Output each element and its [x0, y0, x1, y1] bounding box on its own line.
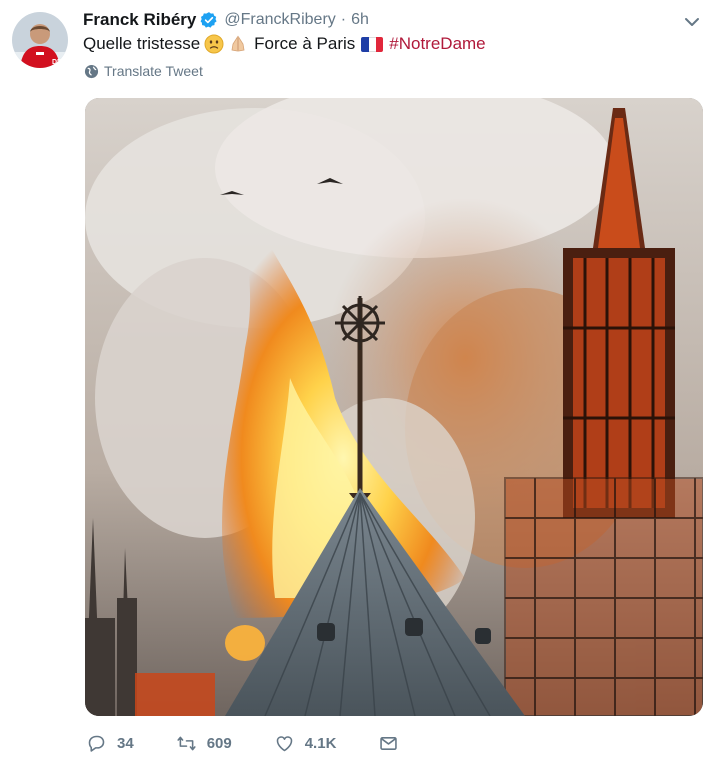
tweet-text: Quelle tristesse Force à Paris #NotreDam…: [83, 33, 486, 55]
praying-hands-emoji-icon: [228, 34, 248, 54]
separator-dot: ·: [340, 11, 347, 28]
reply-icon: [88, 735, 105, 752]
svg-text:DE: DE: [52, 59, 62, 66]
like-button[interactable]: 4.1K: [274, 733, 337, 754]
envelope-icon: [380, 737, 398, 750]
like-count: 4.1K: [304, 735, 337, 752]
translate-tweet-link[interactable]: Translate Tweet: [84, 63, 203, 79]
hashtag-link[interactable]: #NotreDame: [389, 33, 485, 55]
tweet-actions: 34 609 4.1K: [86, 733, 451, 754]
timestamp[interactable]: 6h: [351, 11, 369, 29]
author-name[interactable]: Franck Ribéry: [83, 10, 196, 30]
sad-face-emoji-icon: [204, 34, 224, 54]
tweet-text-force: Force à Paris: [254, 34, 356, 53]
globe-icon: [84, 64, 99, 79]
france-flag-icon: [361, 36, 384, 52]
retweet-count: 609: [206, 735, 232, 752]
direct-message-button[interactable]: [378, 733, 409, 754]
heart-icon: [276, 736, 293, 752]
chevron-down-icon[interactable]: [682, 12, 702, 32]
tweet-header: Franck Ribéry @FranckRibery · 6h: [83, 9, 369, 31]
translate-label: Translate Tweet: [104, 63, 203, 79]
verified-badge-icon: [200, 11, 218, 29]
author-handle[interactable]: @FranckRibery: [224, 11, 335, 29]
reply-button[interactable]: 34: [86, 733, 134, 754]
retweet-button[interactable]: 609: [176, 733, 232, 754]
tweet-photo[interactable]: [85, 98, 703, 716]
reply-count: 34: [117, 735, 134, 752]
tweet-text-main: Quelle tristesse: [83, 34, 201, 53]
retweet-icon: [177, 736, 196, 751]
tweet-card[interactable]: DE Franck Ribéry @FranckRibery · 6h Quel…: [0, 0, 720, 764]
avatar[interactable]: DE: [12, 12, 68, 68]
